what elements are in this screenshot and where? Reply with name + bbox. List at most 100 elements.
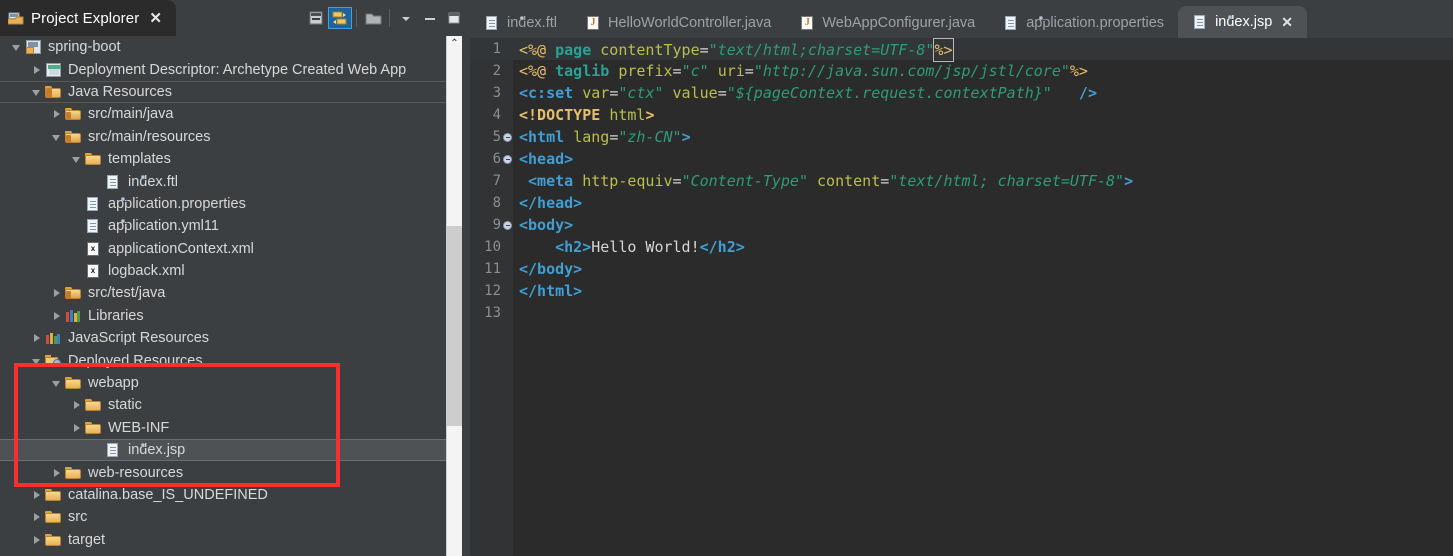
tree-item-src[interactable]: src bbox=[0, 506, 448, 528]
code-fold-toggle-icon[interactable] bbox=[503, 221, 512, 230]
tree-expander-down-icon[interactable] bbox=[50, 130, 64, 144]
chevron-down-icon[interactable] bbox=[394, 7, 418, 29]
tree-item-target[interactable]: target bbox=[0, 529, 448, 551]
tree-item-static[interactable]: static bbox=[0, 394, 448, 416]
tree-item-applicationcontext-xml[interactable]: x applicationContext.xml bbox=[0, 238, 448, 260]
code-line-text: </head> bbox=[519, 194, 583, 212]
code-line[interactable]: 6 <head> bbox=[470, 148, 1453, 170]
code-editor[interactable]: 1 <%@ page contentType="text/html;charset… bbox=[470, 38, 1453, 556]
source-folder-icon bbox=[65, 285, 82, 301]
code-line[interactable]: 1 <%@ page contentType="text/html;charset… bbox=[470, 38, 1453, 62]
code-line[interactable]: 13 bbox=[470, 302, 1453, 324]
code-line[interactable]: 4 <!DOCTYPE html> bbox=[470, 104, 1453, 126]
link-with-editor-icon[interactable] bbox=[328, 7, 352, 29]
tree-item-src-main-resources[interactable]: src/main/resources bbox=[0, 126, 448, 148]
code-line[interactable]: 3 <c:set var="ctx" value="${pageContext.r… bbox=[470, 82, 1453, 104]
java-resources-icon bbox=[45, 84, 62, 100]
code-fold-toggle-icon[interactable] bbox=[503, 155, 512, 164]
tree-item-web-resources[interactable]: web-resources bbox=[0, 461, 448, 483]
editor-tab-application-properties[interactable]: application.properties bbox=[989, 8, 1178, 38]
collapse-all-icon[interactable] bbox=[304, 7, 328, 29]
tree-item-application-properties[interactable]: application.properties bbox=[0, 193, 448, 215]
source-folder-icon bbox=[65, 106, 82, 122]
tree-item-libraries[interactable]: Libraries bbox=[0, 305, 448, 327]
tree-item-deployment-descriptor-archetype-created-web-app[interactable]: Deployment Descriptor: Archetype Created… bbox=[0, 58, 448, 80]
scrollbar-thumb[interactable] bbox=[447, 226, 462, 426]
code-line[interactable]: 5 <html lang="zh-CN"> bbox=[470, 126, 1453, 148]
file-icon bbox=[105, 442, 148, 458]
tree-item-label: logback.xml bbox=[108, 263, 185, 280]
close-icon[interactable]: ✕ bbox=[1281, 15, 1293, 29]
tree-expander-right-icon[interactable] bbox=[30, 488, 44, 502]
code-line[interactable]: 12 </html> bbox=[470, 280, 1453, 302]
code-line[interactable]: 2 <%@ taglib prefix="c" uri="http://java.… bbox=[470, 60, 1453, 82]
tree-item-javascript-resources[interactable]: JavaScript Resources bbox=[0, 327, 448, 349]
editor-tab-helloworldcontroller-java[interactable]: HelloWorldController.java bbox=[571, 8, 785, 38]
minimize-icon[interactable] bbox=[418, 7, 442, 29]
java-file-icon bbox=[585, 15, 601, 31]
tree-item-logback-xml[interactable]: x logback.xml bbox=[0, 260, 448, 282]
editor-tabbar: index.ftl HelloWorldController.java WebApp… bbox=[470, 0, 1453, 38]
tree-item-label: index.ftl bbox=[128, 173, 178, 190]
code-line[interactable]: 8 </head> bbox=[470, 192, 1453, 214]
tree-expander-down-icon[interactable] bbox=[50, 376, 64, 390]
editor-tab-label: HelloWorldController.java bbox=[607, 15, 772, 31]
code-fold-toggle-icon[interactable] bbox=[503, 133, 512, 142]
project-explorer-tab[interactable]: Project Explorer ✕ bbox=[0, 0, 176, 36]
tree-item-web-inf[interactable]: WEB-INF bbox=[0, 417, 448, 439]
tree-expander-down-icon[interactable] bbox=[70, 152, 84, 166]
code-line[interactable]: 7 <meta http-equiv="Content-Type" conten… bbox=[470, 170, 1453, 192]
tree-item-label: Deployed Resources bbox=[68, 352, 203, 369]
file-icon bbox=[1003, 15, 1046, 31]
project-tree[interactable]: spring-boot Deployment Descriptor: Archet… bbox=[0, 36, 470, 556]
tree-item-java-resources[interactable]: Java Resources bbox=[0, 80, 448, 104]
tree-item-src-main-java[interactable]: src/main/java bbox=[0, 103, 448, 125]
folder-icon bbox=[85, 420, 102, 436]
view-menu-folder-icon[interactable] bbox=[361, 7, 385, 29]
tree-expander-right-icon[interactable] bbox=[30, 510, 44, 524]
tree-expander-right-icon[interactable] bbox=[50, 107, 64, 121]
tree-expander-right-icon[interactable] bbox=[50, 309, 64, 323]
tree-expander-right-icon[interactable] bbox=[30, 331, 44, 345]
tree-expander-down-icon[interactable] bbox=[30, 85, 44, 99]
tree-item-application-yml11[interactable]: application.yml11 bbox=[0, 215, 448, 237]
tree-item-index-ftl[interactable]: index.ftl bbox=[0, 170, 448, 192]
scroll-up-arrow-icon[interactable]: ⌃ bbox=[447, 36, 462, 51]
file-icon bbox=[1192, 14, 1235, 30]
tree-item-deployed-resources[interactable]: Deployed Resources bbox=[0, 349, 448, 371]
close-icon[interactable]: ✕ bbox=[149, 11, 162, 26]
tree-item-index-jsp[interactable]: index.jsp bbox=[0, 439, 448, 462]
tree-expander-right-icon[interactable] bbox=[70, 398, 84, 412]
editor-tab-index-ftl[interactable]: index.ftl bbox=[470, 8, 571, 38]
code-line-text: <%@ page contentType="text/html;charset=… bbox=[519, 38, 954, 62]
tree-expander-down-icon[interactable] bbox=[30, 354, 44, 368]
line-number: 5 bbox=[492, 129, 501, 145]
tree-item-webapp[interactable]: webapp bbox=[0, 372, 448, 394]
tree-expander-right-icon[interactable] bbox=[50, 286, 64, 300]
tree-expander-right-icon[interactable] bbox=[30, 533, 44, 547]
tree-item-src-test-java[interactable]: src/test/java bbox=[0, 282, 448, 304]
tree-item-catalina-base-is-undefined[interactable]: catalina.base_IS_UNDEFINED bbox=[0, 484, 448, 506]
code-line[interactable]: 11 </body> bbox=[470, 258, 1453, 280]
tree-expander-right-icon[interactable] bbox=[70, 421, 84, 435]
tree-item-label: Java Resources bbox=[68, 83, 172, 100]
tree-expander-right-icon[interactable] bbox=[30, 63, 44, 77]
file-icon bbox=[484, 15, 527, 31]
code-line[interactable]: 10 <h2>Hello World!</h2> bbox=[470, 236, 1453, 258]
editor-tab-webappconfigurer-java[interactable]: WebAppConfigurer.java bbox=[785, 8, 989, 38]
editor-tab-index-jsp[interactable]: index.jsp ✕ bbox=[1178, 6, 1308, 38]
code-line[interactable]: 9 <body> bbox=[470, 214, 1453, 236]
panel-gutter bbox=[462, 0, 470, 556]
tree-item-templates[interactable]: templates bbox=[0, 148, 448, 170]
project-tree-scrollbar[interactable]: ⌃ bbox=[446, 36, 462, 556]
code-line-text: <meta http-equiv="Content-Type" content=… bbox=[528, 172, 1134, 190]
tree-item-spring-boot[interactable]: spring-boot bbox=[0, 36, 448, 58]
tree-expander-down-icon[interactable] bbox=[10, 40, 24, 54]
tree-expander-right-icon[interactable] bbox=[50, 466, 64, 480]
code-line-text: <body> bbox=[519, 216, 574, 234]
javascript-resources-icon bbox=[45, 330, 62, 346]
